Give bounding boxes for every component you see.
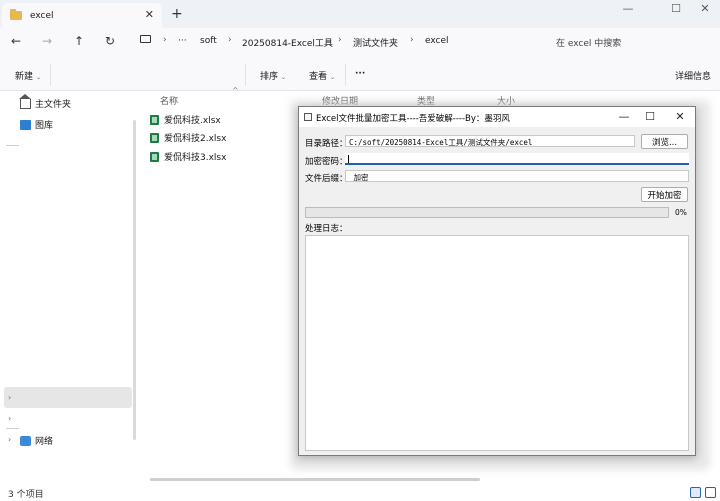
home-icon: [19, 93, 31, 109]
status-item-count: 3 个项目: [8, 490, 44, 500]
details-button[interactable]: 详细信息: [675, 69, 711, 82]
horizontal-scrollbar[interactable]: [150, 478, 480, 481]
text-caret: [348, 155, 349, 163]
sidebar-item-network[interactable]: 网络: [20, 434, 53, 447]
sidebar-item-label: 主文件夹: [35, 100, 72, 110]
dialog-maximize-button[interactable]: ☐: [640, 110, 660, 123]
expand-chevron-icon[interactable]: ›: [8, 393, 11, 402]
file-name: 爱侃科技2.xlsx: [164, 134, 227, 144]
new-button[interactable]: 新建 ⌄: [15, 69, 41, 82]
command-bar: 新建 ⌄ 排序 ⌄ 查看 ⌄ ··· 详细信息: [0, 56, 720, 91]
sidebar-item-home[interactable]: 主文件夹: [19, 93, 72, 110]
sort-button[interactable]: 排序 ⌄: [260, 69, 286, 82]
breadcrumb-excel[interactable]: excel: [425, 36, 449, 46]
sidebar-divider: [6, 145, 19, 146]
browse-button[interactable]: 浏览...: [641, 134, 688, 149]
toolbar-divider: [245, 64, 246, 86]
dialog-title: Excel文件批量加密工具----吾爱破解----By：墨羽风: [316, 114, 510, 124]
new-tab-button[interactable]: +: [171, 6, 183, 22]
minimize-button[interactable]: —: [617, 2, 639, 15]
close-window-button[interactable]: ✕: [694, 2, 716, 15]
dialog-close-button[interactable]: ✕: [670, 110, 690, 123]
toolbar-divider: [50, 64, 51, 86]
sidebar-divider: [6, 428, 19, 429]
breadcrumb-more[interactable]: ···: [178, 36, 187, 46]
file-name: 爱侃科技.xlsx: [164, 116, 221, 126]
sort-ascending-icon: ^: [232, 86, 239, 95]
back-button[interactable]: ←: [11, 34, 21, 48]
progress-percent: 0%: [675, 208, 687, 217]
log-textarea[interactable]: [305, 235, 689, 451]
suffix-label: 文件后缀：: [305, 174, 348, 184]
sidebar-item-label: 图库: [35, 121, 54, 131]
log-label: 处理日志：: [305, 224, 348, 234]
file-name: 爱侃科技3.xlsx: [164, 153, 227, 163]
computer-icon[interactable]: [140, 35, 151, 43]
view-button[interactable]: 查看 ⌄: [309, 69, 335, 82]
breadcrumb-chevron-icon: ›: [338, 35, 342, 45]
breadcrumb-tools[interactable]: 20250814-Excel工具: [242, 36, 333, 49]
file-row[interactable]: 爱侃科技3.xlsx: [150, 150, 226, 163]
file-row[interactable]: 爱侃科技.xlsx: [150, 113, 221, 126]
path-label: 目录路径：: [305, 139, 348, 149]
maximize-button[interactable]: ☐: [665, 2, 687, 15]
app-icon: [304, 113, 312, 121]
gallery-icon: [20, 119, 31, 130]
close-tab-icon[interactable]: ✕: [145, 8, 154, 21]
tiles-view-icon[interactable]: [705, 487, 716, 498]
column-header-name[interactable]: 名称: [160, 94, 178, 107]
file-row[interactable]: 爱侃科技2.xlsx: [150, 131, 226, 144]
network-icon: [20, 435, 31, 446]
forward-button[interactable]: →: [42, 34, 52, 48]
excel-file-icon: [150, 114, 159, 125]
password-label: 加密密码：: [305, 157, 348, 167]
more-options-button[interactable]: ···: [355, 69, 365, 79]
details-view-icon[interactable]: [690, 487, 701, 498]
up-button[interactable]: ↑: [74, 34, 84, 48]
tab-title: excel: [30, 10, 54, 21]
search-input[interactable]: 在 excel 中搜索: [548, 31, 716, 52]
tab-excel[interactable]: excel ✕: [2, 3, 162, 28]
dialog-minimize-button[interactable]: —: [614, 110, 634, 123]
folder-icon: [10, 9, 22, 20]
sidebar-item-gallery[interactable]: 图库: [20, 118, 53, 131]
encrypt-dialog: Excel文件批量加密工具----吾爱破解----By：墨羽风 — ☐ ✕ 目录…: [298, 106, 696, 456]
expand-chevron-icon[interactable]: ›: [8, 435, 11, 444]
dialog-titlebar: Excel文件批量加密工具----吾爱破解----By：墨羽风 — ☐ ✕: [299, 107, 695, 127]
excel-file-icon: [150, 151, 159, 162]
breadcrumb-chevron-icon: ›: [163, 35, 167, 45]
toolbar-divider: [345, 64, 346, 86]
refresh-button[interactable]: ↻: [105, 34, 115, 48]
password-input[interactable]: [345, 153, 689, 165]
expand-chevron-icon[interactable]: ›: [8, 414, 11, 423]
breadcrumb-test-folder[interactable]: 测试文件夹: [353, 36, 398, 49]
sidebar-item-highlight[interactable]: [4, 387, 132, 408]
breadcrumb-chevron-icon: ›: [228, 35, 232, 45]
sidebar-scrollbar[interactable]: [133, 120, 136, 440]
breadcrumb-soft[interactable]: soft: [200, 36, 217, 46]
start-encrypt-button[interactable]: 开始加密: [641, 187, 688, 202]
breadcrumb-chevron-icon: ›: [410, 35, 414, 45]
excel-file-icon: [150, 132, 159, 143]
sidebar-item-label: 网络: [35, 437, 54, 447]
path-input[interactable]: C:/soft/20250814-Excel工具/测试文件夹/excel: [345, 135, 635, 147]
suffix-input[interactable]: _加密: [345, 170, 689, 182]
window-titlebar: excel ✕ + — ☐ ✕: [0, 0, 720, 28]
progress-bar: [305, 207, 669, 218]
